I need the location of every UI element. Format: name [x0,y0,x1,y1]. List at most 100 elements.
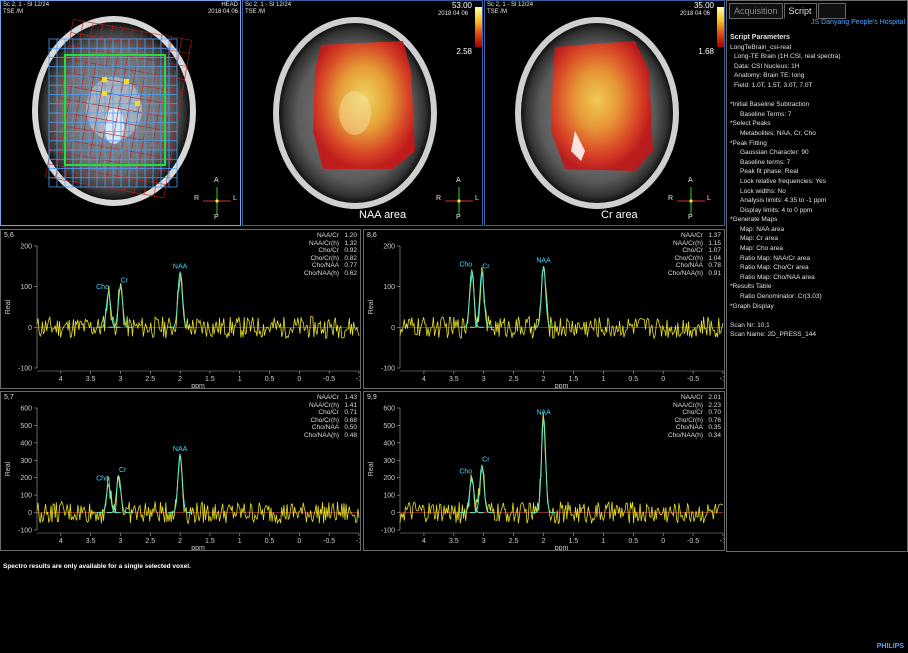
y-tick-label: 500 [20,423,32,430]
orient-right: R [194,195,200,202]
ratio-value: 1.07 [708,247,721,255]
y-axis-label: Real [368,461,375,476]
ratio-name: Cho/Cr(h) [310,254,339,262]
ratio-value: 1.41 [344,401,357,409]
x-tick-label: 1 [601,376,605,383]
spectrum-line [36,453,360,525]
x-tick-label: -1 [356,376,361,383]
x-tick-label: 2.5 [145,376,155,383]
ratio-name: Cho/Cr(h) [310,416,339,424]
ratio-value: 1.04 [708,254,721,262]
peak-label: Cho [459,469,472,476]
y-tick-label: -100 [381,528,395,535]
ratio-table: NAA/Cr 2.01 NAA/Cr(h) 2.23 Cho/Cr 0.70 Cho/Cr(… [668,394,721,440]
map-label: NAA area [359,209,407,221]
ratio-value: 0.91 [708,269,721,277]
ratio-name: Cho/NAA(h) [303,431,339,439]
x-tick-label: -1 [720,538,725,545]
script-param-line: *Generate Maps [730,216,778,224]
x-tick-label: -1 [720,376,725,383]
script-param-line: Long-TE Brain (1H CSI, real spectra) [734,53,841,61]
voxel-label: 9,9 [367,394,377,401]
script-param-line [730,91,841,101]
script-param-line: *Select Peaks [730,120,771,128]
ratio-name: NAA/Cr [680,394,703,401]
spectrum-panel-2[interactable]: 600 500 400 300 200 100 0 -100 Real 4 3.5 3 2.5 2 1.5 1… [0,391,361,551]
x-tick-label: 2 [178,376,182,383]
x-axis-label: ppm [191,545,205,551]
script-param-line: *Graph Display [730,302,774,310]
colorbar-max: 35.00 [693,1,714,10]
x-tick-label: 2 [178,538,182,545]
ratio-row: Cho/NAA(h) 0.62 [304,270,357,278]
y-tick-label: 100 [20,284,32,291]
orient-anterior: A [456,177,461,184]
cr-map-panel[interactable]: Sc 2, 1 - Sl 12/24 TSE /M 2018 04 06 35.… [484,0,725,226]
script-param-line: Map: Cr area [740,235,778,243]
orient-left: L [475,195,479,202]
date-info: 2018 04 06 [437,11,468,17]
ratio-name: Cho/Cr(h) [674,254,703,262]
ratio-row: Cho/Cr(h) 0.68 [304,417,357,425]
script-param-line: Map: NAA area [740,225,785,233]
y-tick-label: 300 [383,458,395,465]
orient-left: L [233,195,237,202]
ratio-name: Cho/Cr [318,247,339,255]
hospital-name: JS Danyang People's Hospital [811,19,905,26]
peak-label: Cho [459,261,472,268]
x-tick-label: 3.5 [86,376,96,383]
ratio-row: Cho/NAA 0.77 [304,262,357,270]
ratio-row: Cho/Cr(h) 1.04 [668,255,721,263]
ratio-value: 0.62 [344,269,357,277]
naa-map-panel[interactable]: Sc 2, 1 - Sl 12/24 TSE /M 2018 04 06 53.… [242,0,483,226]
y-tick-label: 0 [391,510,395,517]
x-tick-label: 0.5 [628,538,638,545]
spectrum-panel-1[interactable]: 200 100 0 -100 Real 4 3.5 3 2.5 2 1.5 1 0.5 0 -0.5 -1 pp… [363,229,725,389]
orient-right: R [668,195,674,202]
tab-script[interactable]: Script [783,3,817,19]
spectrum-panel-0[interactable]: 200 100 0 -100 Real 4 3.5 3 2.5 2 1.5 1 0.5 0 -0.5 -1 pp… [0,229,361,389]
x-tick-label: 0 [297,376,301,383]
date-info: 2018 04 06 [679,11,710,17]
ratio-value: 0.70 [708,409,721,417]
x-tick-label: 1.5 [569,538,579,545]
ratio-row: Cho/NAA 0.35 [668,424,721,432]
ratio-name: Cho/Cr [682,409,703,417]
ratio-value: 0.78 [708,262,721,270]
x-tick-label: 3.5 [449,538,459,545]
x-tick-label: 2.5 [509,376,519,383]
ratio-table: NAA/Cr 1.37 NAA/Cr(h) 1.15 Cho/Cr 1.07 Cho/Cr(… [668,232,721,278]
y-tick-label: 200 [20,475,32,482]
y-axis-label: Real [5,299,12,314]
ratio-row: Cho/Cr 1.07 [668,247,721,255]
localizer-panel[interactable]: Sc 2, 1 - Sl 12/24 TSE /M HEAD 2018 04 0… [0,0,241,226]
ratio-table: NAA/Cr 1.20 NAA/Cr(h) 1.32 Cho/Cr 0.92 Cho/Cr(… [304,232,357,278]
script-param-line: Ratio Map: Cho/NAA area [740,273,815,281]
x-tick-label: 2 [542,376,546,383]
x-tick-label: 0 [661,538,665,545]
ratio-row: Cho/Cr(h) 0.76 [668,417,721,425]
script-param-line: *Initial Baseline Subtraction [730,101,810,109]
y-tick-label: 200 [383,475,395,482]
spectrum-panel-3[interactable]: 600 500 400 300 200 100 0 -100 Real 4 3.5 3 2.5 2 1.5 1… [363,391,725,551]
y-tick-label: 300 [20,458,32,465]
ratio-name: NAA/Cr [680,232,703,239]
colorbar-min: 1.68 [698,47,714,56]
peak-label: Cho [96,476,109,483]
x-tick-label: 1.5 [569,376,579,383]
ratio-row: Cho/Cr 0.70 [668,409,721,417]
tab-empty[interactable] [817,3,846,19]
ratio-value: 0.48 [344,431,357,439]
x-tick-label: -0.5 [687,538,699,545]
y-tick-label: -100 [18,528,32,535]
y-tick-label: 0 [391,325,395,332]
colorbar-min: 2.58 [456,47,472,56]
ratio-value: 1.15 [708,239,721,247]
script-param-line: Analysis limits: 4.35 to -1 ppm [740,197,827,205]
script-param-line: Peak fit phase: Real [740,168,799,176]
tab-acquisition[interactable]: Acquisition [729,3,783,19]
ratio-name: Cho/Cr(h) [674,416,703,424]
peak-label: Cr [482,457,490,464]
script-param-line: Scan Name: 2D_PRESS_144 [730,331,816,339]
ratio-row: Cho/NAA(h) 0.48 [304,432,357,440]
